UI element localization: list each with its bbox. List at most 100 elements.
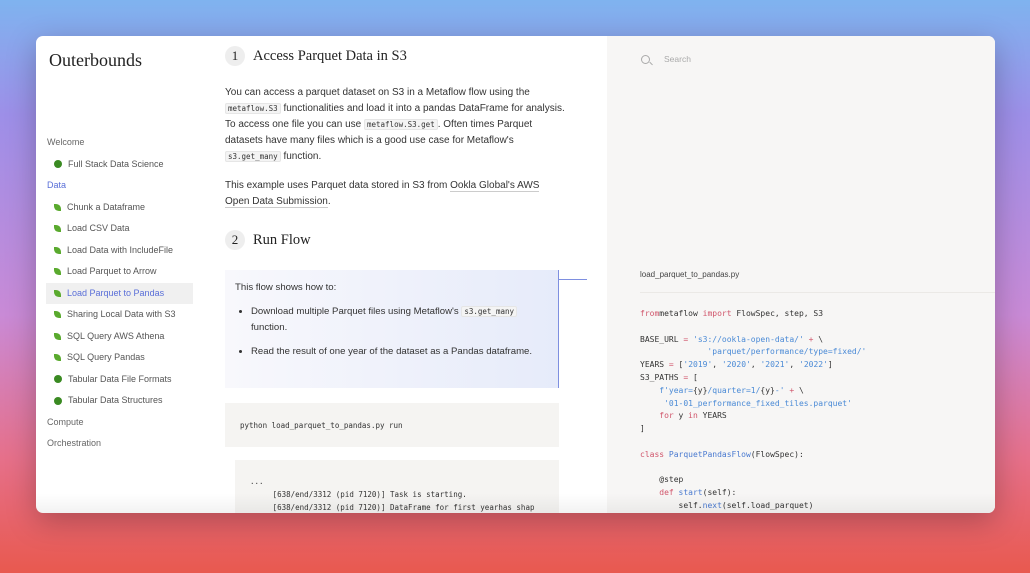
brand-logo[interactable]: Outerbounds xyxy=(49,50,142,71)
sidebar-item-label: Load Parquet to Pandas xyxy=(67,287,165,298)
code-token: {y} xyxy=(760,385,775,395)
sprout-icon xyxy=(54,225,61,233)
sidebar-section-more xyxy=(46,455,193,477)
code-token: YEARS xyxy=(697,411,727,421)
code-token: import xyxy=(702,309,732,318)
tree-icon xyxy=(54,375,62,384)
code-line: ] xyxy=(640,423,866,436)
step-1-heading: 1 Access Parquet Data in S3 xyxy=(225,46,407,66)
step-title: Access Parquet Data in S3 xyxy=(253,48,407,64)
step-number: 1 xyxy=(225,46,245,66)
code-line: YEARS = ['2019', '2020', '2021', '2022'] xyxy=(640,359,866,372)
sidebar-item-label: Tabular Data File Formats xyxy=(68,373,172,384)
code-token: 'parquet/performance/type=fixed/' xyxy=(640,347,867,357)
sidebar-item-label: Tabular Data Structures xyxy=(68,395,163,405)
code-line: BASE_URL = 's3://ookla-open-data/' + \ xyxy=(640,334,866,347)
browser-window: Outerbounds Welcome Full Stack Data Scie… xyxy=(36,36,995,513)
sidebar-section-compute[interactable]: Compute xyxy=(46,412,193,434)
search-input[interactable]: Search xyxy=(664,54,691,64)
code-panel: Search load_parquet_to_pandas.py frommet… xyxy=(607,36,995,513)
sprout-icon xyxy=(54,332,61,340)
sprout-icon xyxy=(54,246,61,254)
code-token: [ xyxy=(688,372,698,382)
sidebar-item[interactable]: Load Parquet to Arrow xyxy=(46,261,193,283)
code-token: + xyxy=(784,385,795,395)
sidebar-item[interactable]: SQL Query AWS Athena xyxy=(46,326,193,348)
tree-icon xyxy=(54,396,62,405)
code-token: @step xyxy=(640,475,684,485)
code-token: from xyxy=(640,309,660,318)
sidebar-item-label: SQL Query AWS Athena xyxy=(67,330,165,341)
code-token: '2021' xyxy=(760,360,790,370)
code-listing: frommetaflow import FlowSpec, step, S3 B… xyxy=(640,308,866,513)
inline-code: metaflow.S3.get xyxy=(363,119,438,130)
code-token: for xyxy=(640,411,674,421)
code-line: class ParquetPandasFlow(FlowSpec): xyxy=(640,449,866,462)
sidebar-nav: Welcome Full Stack Data Science Data Chu… xyxy=(46,132,193,476)
code-line: f'year={y}/quarter=1/{y}-' + \ xyxy=(640,385,866,398)
sidebar-section-data[interactable]: Data xyxy=(46,175,193,197)
code-token: -' xyxy=(774,385,785,395)
inline-code: s3.get_many xyxy=(461,306,518,317)
code-token: 's3://ookla-open-data/' xyxy=(688,334,804,344)
step-title: Run Flow xyxy=(253,232,311,248)
step-number: 2 xyxy=(225,230,245,250)
sidebar-item[interactable]: Load CSV Data xyxy=(46,218,193,240)
code-line: for y in YEARS xyxy=(640,410,866,423)
sidebar-item[interactable]: Tabular Data Structures xyxy=(46,390,193,412)
sprout-icon xyxy=(54,354,61,362)
code-token: metaflow xyxy=(659,309,703,318)
sidebar-section-welcome[interactable]: Welcome xyxy=(46,132,193,154)
code-line: frommetaflow import FlowSpec, step, S3 xyxy=(640,308,866,321)
code-token: in xyxy=(688,411,698,421)
sidebar-item-full-stack[interactable]: Full Stack Data Science xyxy=(46,154,193,176)
step-2-heading: 2 Run Flow xyxy=(225,230,311,250)
code-line: S3_PATHS = [ xyxy=(640,372,866,385)
sidebar-item[interactable]: Load Parquet to Pandas xyxy=(46,282,193,304)
connector-line xyxy=(559,279,587,280)
sidebar-item[interactable]: Sharing Local Data with S3 xyxy=(46,304,193,326)
code-token: '01-01_performance_fixed_tiles.parquet' xyxy=(640,398,852,408)
intro-paragraph: You can access a parquet dataset on S3 i… xyxy=(225,87,565,162)
code-token: \ xyxy=(813,334,824,344)
code-token: (FlowSpec): xyxy=(750,449,804,459)
code-token: + xyxy=(803,334,814,344)
sidebar-section-orchestration[interactable]: Orchestration xyxy=(46,433,193,455)
code-token: '2019' xyxy=(683,360,713,370)
list-item: Download multiple Parquet files using Me… xyxy=(251,304,548,336)
sidebar-item-label: Load CSV Data xyxy=(67,223,130,233)
code-token: '2020' xyxy=(721,360,751,370)
sidebar-item[interactable]: Tabular Data File Formats xyxy=(46,369,193,391)
code-token: YEARS xyxy=(640,360,669,370)
sprout-icon xyxy=(54,289,61,297)
code-token: {y} xyxy=(692,385,708,395)
sprout-icon xyxy=(54,268,61,276)
code-token: '2022' xyxy=(799,360,828,370)
sidebar-item-label: Full Stack Data Science xyxy=(68,158,164,169)
code-line: '01-01_performance_fixed_tiles.parquet' xyxy=(640,398,866,411)
sidebar-item[interactable]: Chunk a Dataframe xyxy=(46,197,193,219)
sprout-icon xyxy=(54,311,61,319)
sidebar-item[interactable]: Load Data with IncludeFile xyxy=(46,240,193,262)
search-bar[interactable]: Search xyxy=(641,54,691,64)
main-content: 1 Access Parquet Data in S3 You can acces… xyxy=(225,36,607,513)
inline-code: metaflow.S3 xyxy=(225,103,281,114)
sidebar-item[interactable]: SQL Query Pandas xyxy=(46,347,193,369)
code-token: /quarter=1/ xyxy=(707,385,761,395)
command-block: python load_parquet_to_pandas.py run xyxy=(225,403,559,447)
flow-summary-box: This flow shows how to: Download multipl… xyxy=(225,270,559,388)
box-intro: This flow shows how to: xyxy=(235,282,337,293)
sidebar-item-label: Load Parquet to Arrow xyxy=(67,266,157,276)
sidebar-item-label: SQL Query Pandas xyxy=(67,352,145,362)
code-token: S3_PATHS xyxy=(640,372,684,382)
code-token: ] xyxy=(640,424,645,434)
code-token: ParquetPandasFlow xyxy=(664,449,751,459)
code-token: ] xyxy=(827,360,833,370)
code-token: BASE_URL xyxy=(640,334,684,344)
search-icon xyxy=(641,54,650,64)
code-token: y xyxy=(673,411,689,421)
code-line: @step xyxy=(640,474,866,487)
tree-icon xyxy=(54,160,62,169)
